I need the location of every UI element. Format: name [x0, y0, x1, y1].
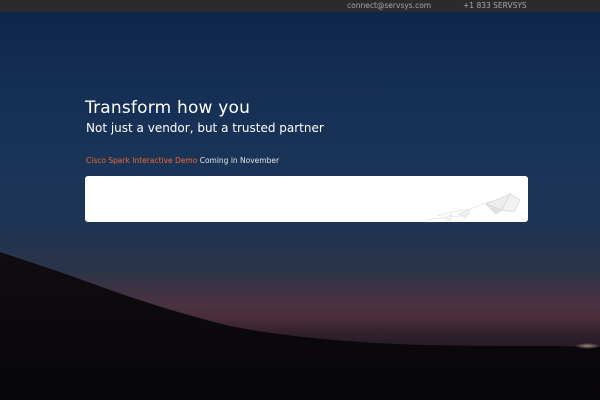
announcement-text: Coming in November	[197, 156, 280, 165]
paper-plane-illustration	[427, 193, 521, 222]
page: connect@servsys.com +1 833 SERVSYS Trans…	[0, 0, 600, 400]
email-link[interactable]: connect@servsys.com	[347, 0, 431, 12]
hero-subheadline: Not just a vendor, but a trusted partner	[86, 121, 324, 135]
demo-link[interactable]: Cisco Spark Interactive Demo	[86, 156, 197, 165]
top-bar: connect@servsys.com +1 833 SERVSYS	[0, 0, 600, 12]
distant-lights	[575, 343, 600, 349]
phone-link[interactable]: +1 833 SERVSYS	[463, 0, 527, 12]
announcement: Cisco Spark Interactive Demo Coming in N…	[86, 156, 279, 165]
hero-headline: Transform how you	[85, 98, 251, 118]
content-panel	[85, 176, 528, 222]
